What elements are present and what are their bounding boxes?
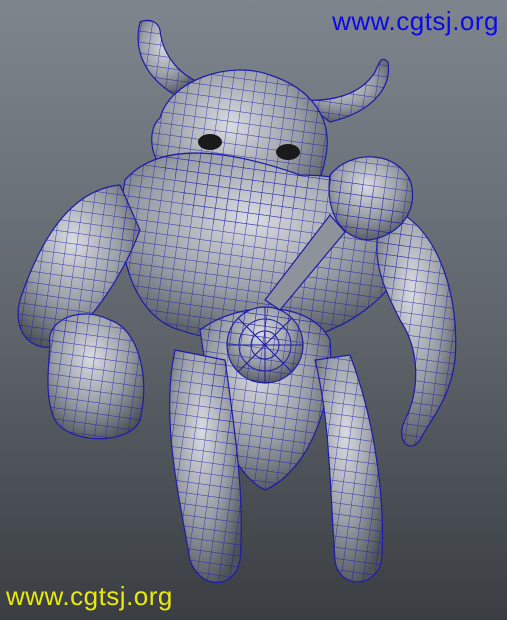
minotaur-wireframe-model [17,19,457,584]
watermark-top: www.cgtsj.org [332,6,499,36]
watermark-bottom: www.cgtsj.org [6,581,173,611]
3d-viewport: www.cgtsj.org www.cgtsj.org [0,0,507,620]
wireframe-overlay [18,20,456,583]
chest-disk-spokes [227,307,303,383]
